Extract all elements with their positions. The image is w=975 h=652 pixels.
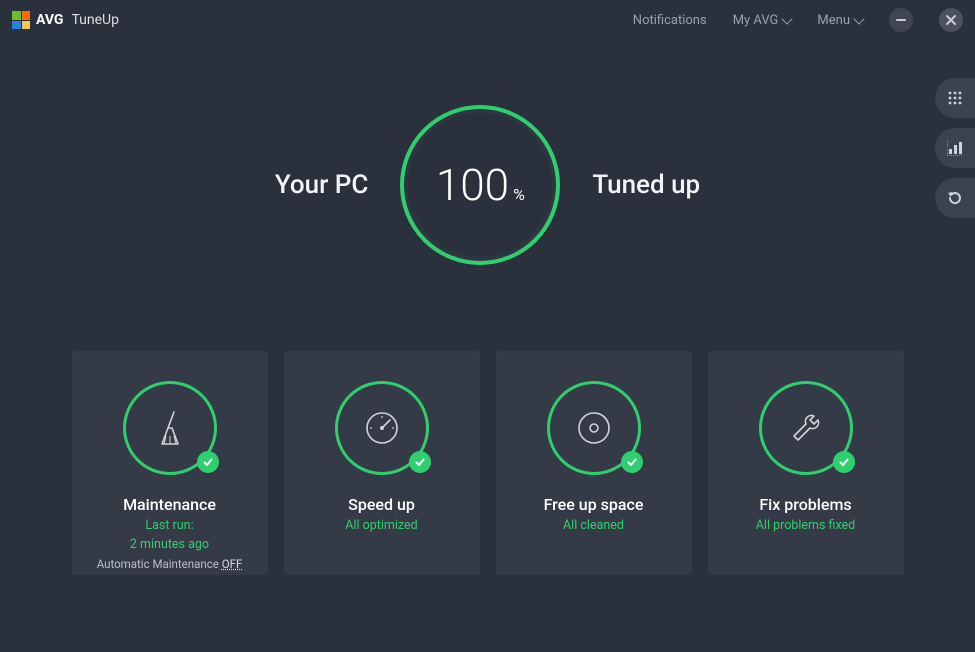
chevron-down-icon	[853, 13, 864, 24]
minimize-icon	[895, 14, 907, 26]
minimize-button[interactable]	[889, 8, 913, 32]
tile-icon-wrap	[759, 381, 853, 475]
auto-maintenance-label: Automatic Maintenance	[97, 557, 219, 571]
tile-status-line2: 2 minutes ago	[130, 537, 209, 552]
check-icon	[838, 456, 850, 468]
tile-speed-up[interactable]: Speed up All optimized	[284, 351, 480, 575]
gauge-value-wrap: 100 %	[436, 159, 525, 211]
undo-button[interactable]	[935, 178, 975, 218]
close-button[interactable]	[939, 8, 963, 32]
avg-logo-icon	[12, 11, 30, 29]
tile-title: Fix problems	[759, 495, 851, 514]
my-avg-menu[interactable]: My AVG	[733, 13, 792, 28]
side-dock	[935, 78, 975, 218]
tile-icon-wrap	[547, 381, 641, 475]
apps-grid-button[interactable]	[935, 78, 975, 118]
statistics-button[interactable]	[935, 128, 975, 168]
health-gauge: 100 %	[400, 105, 560, 265]
tile-status: All problems fixed	[756, 518, 855, 533]
tile-title: Maintenance	[123, 495, 216, 514]
status-check-badge	[409, 451, 431, 473]
chevron-down-icon	[782, 13, 793, 24]
gauge-percent-value: 100	[436, 159, 509, 211]
hero-right-label: Tuned up	[592, 170, 700, 200]
bar-chart-icon	[947, 140, 963, 156]
my-avg-label: My AVG	[733, 13, 779, 28]
header-menu-group: Notifications My AVG Menu	[633, 8, 963, 32]
tile-free-up-space[interactable]: Free up space All cleaned	[496, 351, 692, 575]
tile-title: Free up space	[544, 495, 644, 514]
notifications-label: Notifications	[633, 13, 707, 28]
tile-icon-wrap	[123, 381, 217, 475]
status-check-badge	[197, 451, 219, 473]
check-icon	[202, 456, 214, 468]
undo-icon	[946, 189, 964, 207]
brand-name: AVG	[36, 12, 63, 28]
close-icon	[945, 14, 957, 26]
grid-icon	[947, 90, 963, 106]
tile-icon-wrap	[335, 381, 429, 475]
menu-dropdown[interactable]: Menu	[817, 13, 863, 28]
tile-status: All optimized	[345, 518, 417, 533]
tile-fix-problems[interactable]: Fix problems All problems fixed	[708, 351, 904, 575]
notifications-menu[interactable]: Notifications	[633, 13, 707, 28]
auto-maintenance-toggle[interactable]: OFF	[222, 557, 243, 571]
tile-status-line1: Last run:	[145, 518, 193, 533]
check-icon	[626, 456, 638, 468]
tile-status: All cleaned	[563, 518, 624, 533]
tile-title: Speed up	[348, 495, 415, 514]
feature-tiles: Maintenance Last run: 2 minutes ago Auto…	[0, 351, 975, 575]
tile-auto-maintenance: Automatic Maintenance OFF	[97, 556, 243, 572]
menu-label: Menu	[817, 13, 850, 28]
product-name: TuneUp	[71, 12, 119, 28]
check-icon	[414, 456, 426, 468]
gauge-percent-symbol: %	[513, 185, 525, 204]
tile-maintenance[interactable]: Maintenance Last run: 2 minutes ago Auto…	[72, 351, 268, 575]
app-logo: AVG TuneUp	[12, 11, 119, 29]
status-check-badge	[833, 451, 855, 473]
app-header: AVG TuneUp Notifications My AVG Menu	[0, 0, 975, 40]
status-check-badge	[621, 451, 643, 473]
status-hero: Your PC 100 % Tuned up	[0, 105, 975, 265]
hero-left-label: Your PC	[275, 170, 369, 200]
